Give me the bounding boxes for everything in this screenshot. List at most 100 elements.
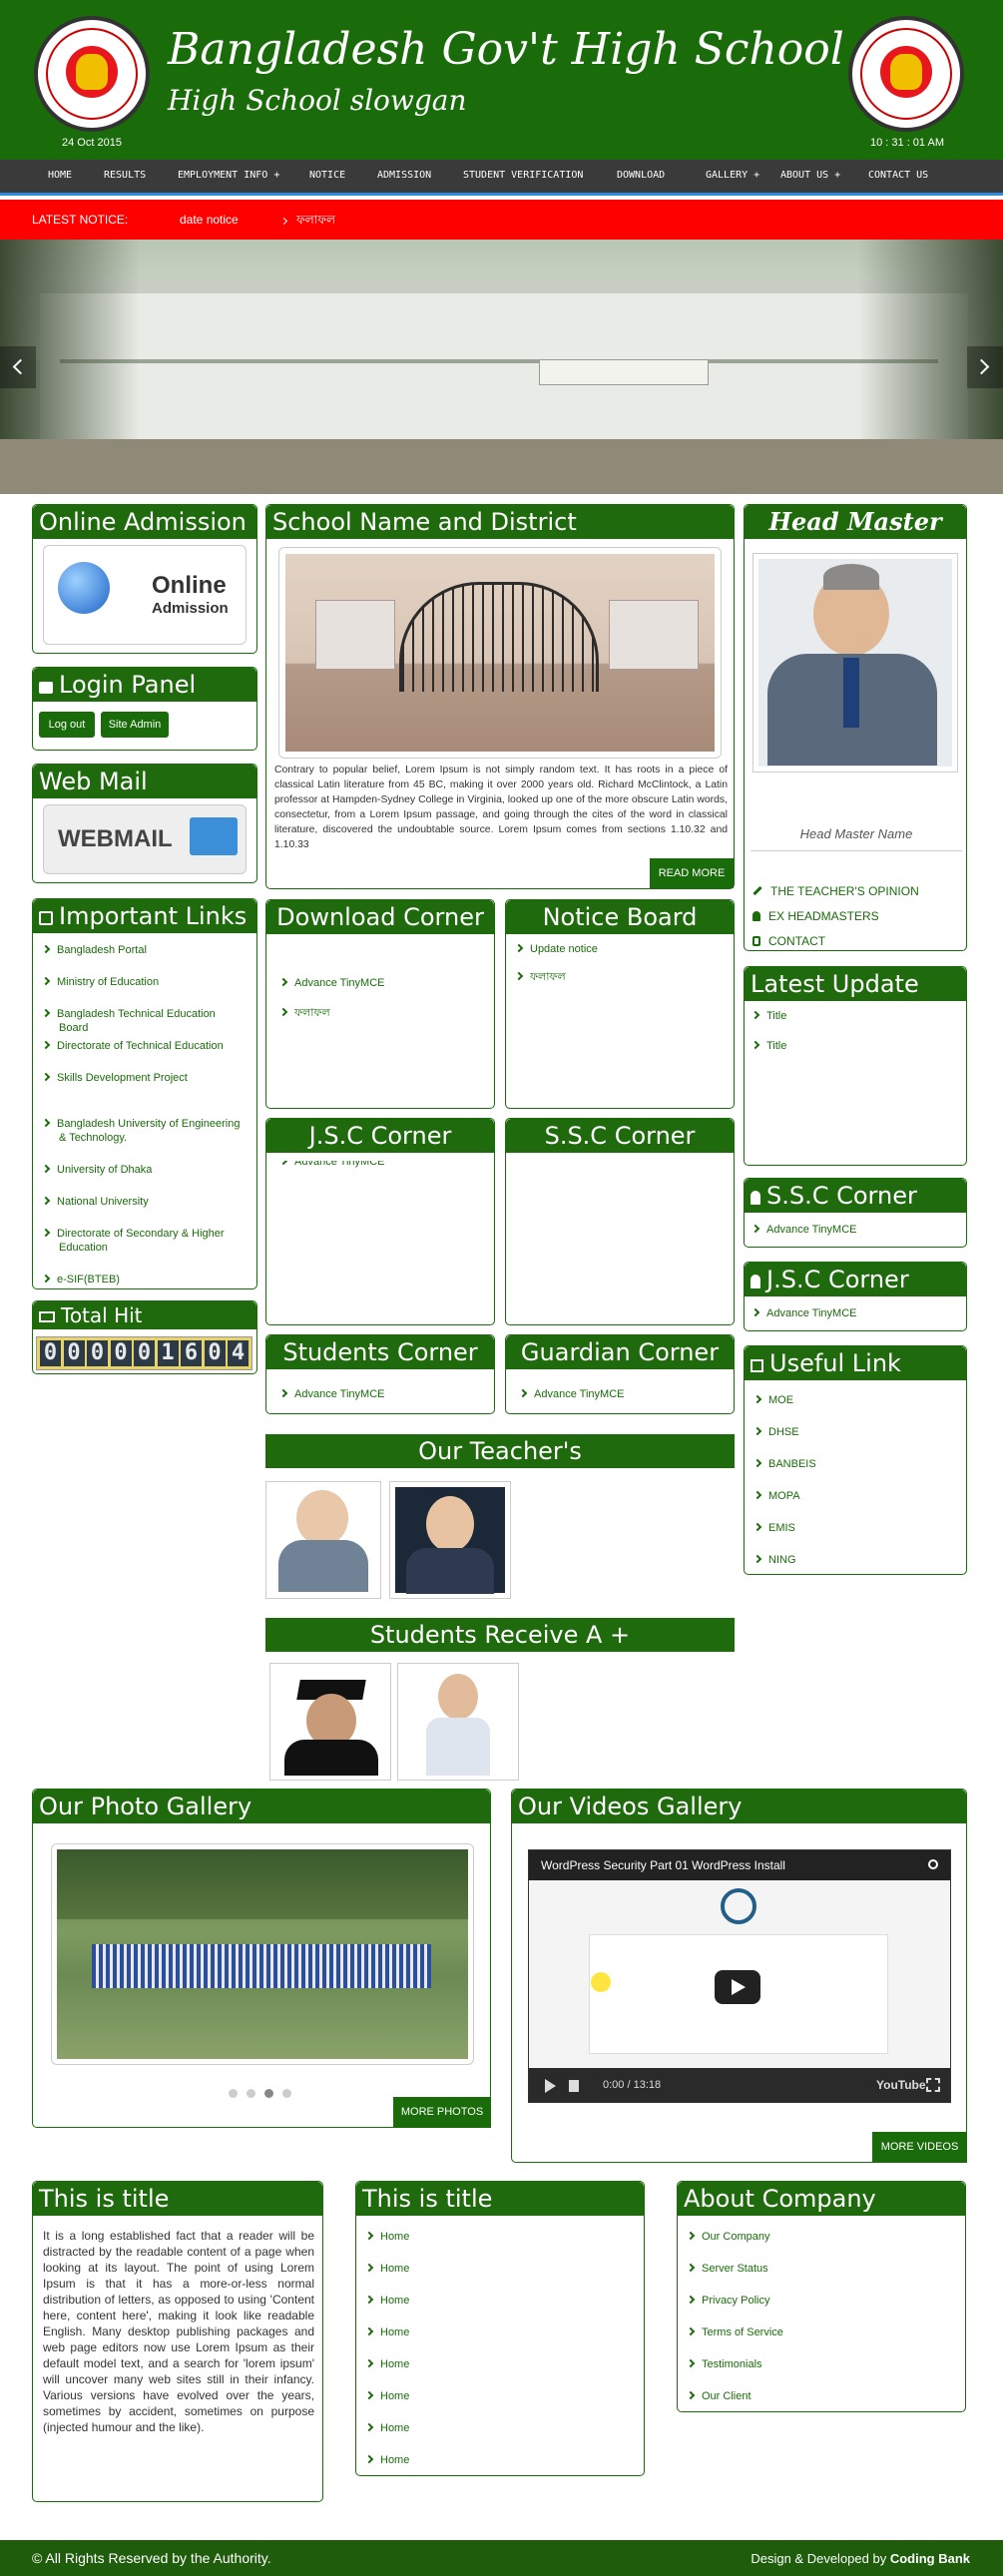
nav-item[interactable]: GALLERY + — [706, 161, 759, 191]
gallery-photo[interactable] — [51, 1843, 474, 2065]
jsc-corner-panel: J.S.C Corner Advance TinyMCE — [265, 1118, 495, 1325]
slider-next-arrow[interactable] — [967, 346, 1003, 388]
list-item[interactable]: Advance TinyMCE — [278, 1387, 384, 1401]
teachers-opinion-link[interactable]: THE TEACHER'S OPINION — [752, 884, 919, 898]
globe-icon — [58, 562, 110, 614]
list-item[interactable]: Title — [751, 1039, 786, 1053]
chevron-right-icon — [752, 1426, 762, 1436]
more-videos-button[interactable]: MORE VIDEOS — [872, 2132, 967, 2163]
nav-item[interactable]: ABOUT US + — [780, 161, 840, 191]
latest-update-title: Latest Update — [745, 967, 966, 1001]
list-item[interactable]: Advance TinyMCE — [278, 976, 384, 990]
student-photo[interactable] — [269, 1663, 391, 1781]
footer-company-panel: About Company Our Company Server Status Pr… — [677, 2181, 966, 2412]
nav-item[interactable]: HOME — [48, 161, 72, 191]
list-item[interactable]: Directorate of Technical Education — [41, 1039, 245, 1053]
list-item[interactable]: Home — [364, 2262, 632, 2276]
notice-item[interactable]: ফলাফল — [279, 212, 335, 232]
list-item[interactable]: Title — [751, 1009, 786, 1023]
nav-item[interactable]: STUDENT VERIFICATION — [463, 161, 583, 191]
list-item[interactable]: ফলাফল — [278, 1006, 330, 1020]
contact-link[interactable]: CONTACT — [752, 934, 825, 948]
online-admission-banner[interactable]: Online Admission — [43, 545, 247, 645]
list-item[interactable]: Home — [364, 2421, 632, 2435]
list-item[interactable]: MOE — [752, 1393, 954, 1407]
user-icon — [751, 1275, 760, 1288]
ex-headmasters-link[interactable]: EX HEADMASTERS — [752, 909, 879, 923]
list-item[interactable]: Directorate of Secondary & Higher Educat… — [41, 1227, 245, 1255]
list-item[interactable]: Bangladesh University of Engineering & T… — [41, 1117, 245, 1145]
list-item[interactable]: Home — [364, 2357, 632, 2371]
list-item[interactable]: EMIS — [752, 1521, 954, 1535]
list-item[interactable]: Testimonials — [686, 2357, 953, 2371]
list-item[interactable]: Advance TinyMCE — [751, 1223, 856, 1237]
logout-button[interactable]: Log out — [39, 712, 95, 738]
share-icon[interactable] — [928, 1859, 938, 1869]
fullscreen-icon[interactable] — [926, 2078, 940, 2092]
nav-item[interactable]: CONTACT US — [868, 161, 928, 191]
hit-digit: 0 — [204, 1340, 226, 1366]
list-item[interactable]: BANBEIS — [752, 1457, 954, 1471]
site-title[interactable]: Bangladesh Gov't High School — [168, 24, 844, 75]
nav-item[interactable]: NOTICE — [309, 161, 345, 191]
slider-prev-arrow[interactable] — [0, 346, 36, 388]
list-item[interactable]: Update notice — [514, 942, 598, 956]
list-item[interactable]: DHSE — [752, 1425, 954, 1439]
login-panel-title: Login Panel — [59, 671, 197, 699]
teacher-photo[interactable] — [389, 1481, 511, 1599]
more-photos-button[interactable]: MORE PHOTOS — [393, 2097, 491, 2128]
volume-icon[interactable] — [569, 2080, 579, 2092]
student-photo[interactable] — [397, 1663, 519, 1781]
total-hit-title: Total Hit — [61, 1303, 143, 1327]
list-item[interactable]: Privacy Policy — [686, 2294, 953, 2308]
list-item[interactable]: Our Company — [686, 2230, 953, 2244]
list-item[interactable]: Home — [364, 2453, 632, 2467]
list-item[interactable]: e-SIF(BTEB) — [41, 1273, 245, 1287]
hit-digit: 6 — [181, 1340, 202, 1366]
checkbox-icon — [39, 911, 53, 925]
guardian-corner-title: Guardian Corner — [506, 1335, 734, 1369]
list-item[interactable]: ফলাফল — [514, 970, 566, 984]
list-item[interactable]: Skills Development Project — [41, 1071, 245, 1085]
list-item[interactable]: Home — [364, 2294, 632, 2308]
list-item[interactable]: Advance TinyMCE — [751, 1306, 856, 1320]
chevron-right-icon — [752, 1394, 762, 1404]
site-admin-button[interactable]: Site Admin — [101, 712, 169, 738]
list-item[interactable]: Bangladesh Technical Education Board — [41, 1007, 245, 1035]
latest-update-panel: Latest Update Title Title — [744, 966, 967, 1166]
list-item[interactable]: National University — [41, 1195, 245, 1209]
hero-slider[interactable] — [0, 240, 1003, 494]
webmail-banner[interactable]: WEBMAIL — [43, 804, 247, 874]
nav-item[interactable]: ADMISSION — [377, 161, 431, 191]
read-more-button[interactable]: READ MORE — [650, 858, 734, 888]
nav-item[interactable]: EMPLOYMENT INFO + — [178, 161, 279, 191]
list-item[interactable]: Server Status — [686, 2262, 953, 2276]
list-item[interactable]: Home — [364, 2389, 632, 2403]
nav-item[interactable]: RESULTS — [104, 161, 146, 191]
list-item[interactable]: Home — [364, 2230, 632, 2244]
school-description: Contrary to popular belief, Lorem Ipsum … — [274, 765, 728, 850]
list-item[interactable]: Terms of Service — [686, 2325, 953, 2339]
list-item[interactable]: Advance TinyMCE — [518, 1387, 624, 1401]
notice-item[interactable]: date notice — [180, 213, 239, 227]
play-icon[interactable] — [545, 2079, 556, 2093]
list-item[interactable]: NING — [752, 1553, 954, 1567]
youtube-logo[interactable]: YouTube — [876, 2078, 926, 2092]
chevron-right-icon — [752, 1490, 762, 1500]
hit-digit: 4 — [228, 1340, 249, 1366]
teacher-photo[interactable] — [265, 1481, 381, 1599]
list-item[interactable]: MOPA — [752, 1489, 954, 1503]
play-button[interactable] — [715, 1970, 760, 2004]
list-item[interactable]: Our Client — [686, 2389, 953, 2403]
cursor-highlight — [591, 1972, 611, 1992]
chevron-right-icon — [41, 1008, 51, 1018]
developer-link[interactable]: Coding Bank — [890, 2551, 970, 2566]
list-item[interactable]: University of Dhaka — [41, 1163, 245, 1177]
list-item[interactable]: Ministry of Education — [41, 975, 245, 989]
list-item[interactable]: Home — [364, 2325, 632, 2339]
video-player[interactable]: WordPress Security Part 01 WordPress Ins… — [528, 1849, 951, 2103]
nav-item[interactable]: DOWNLOAD — [617, 161, 665, 191]
download-corner-panel: Download Corner Advance TinyMCE ফলাফল — [265, 899, 495, 1109]
list-item[interactable]: Bangladesh Portal — [41, 943, 245, 957]
carousel-dots[interactable] — [229, 2089, 298, 2099]
